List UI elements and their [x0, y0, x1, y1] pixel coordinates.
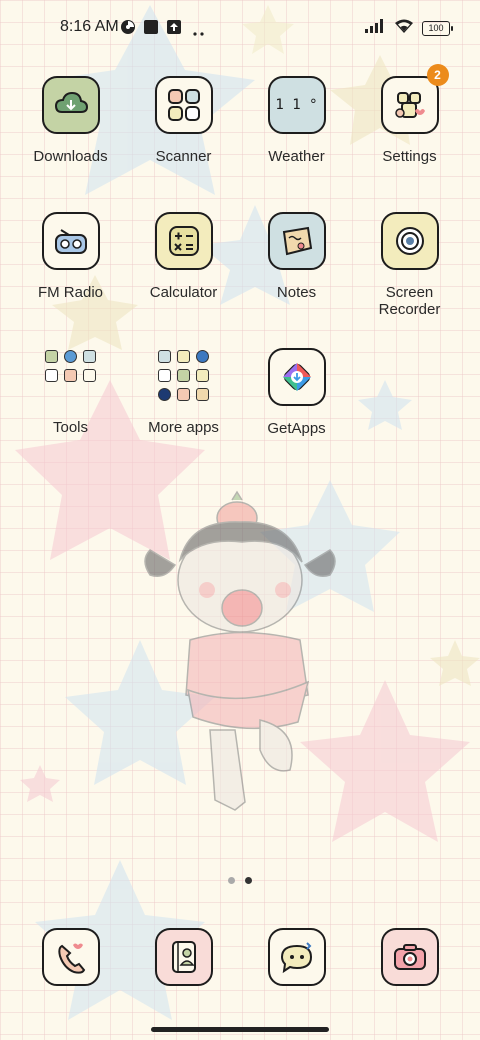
phone-icon — [41, 928, 100, 986]
folder-more-apps[interactable]: More apps — [127, 345, 240, 436]
wallpaper-star-blue-small — [358, 380, 412, 430]
mini-app-icon — [64, 368, 77, 382]
app-label: More apps — [148, 419, 219, 436]
page-dot-1[interactable] — [228, 877, 235, 884]
app-screen-recorder[interactable]: Screen Recorder — [353, 212, 466, 318]
app-label: FM Radio — [37, 284, 104, 301]
notification-badge: 2 — [426, 64, 449, 86]
status-bar: 8:16 AM 100 — [0, 14, 480, 42]
app-label: GetApps — [267, 420, 326, 437]
app-label: Screen Recorder — [353, 284, 466, 318]
notes-icon — [267, 212, 326, 270]
getapps-icon — [267, 348, 326, 406]
wallpaper-star-blue-left — [65, 640, 215, 785]
wallpaper-star-pink-right — [300, 680, 470, 842]
mini-app-icon — [196, 349, 209, 363]
app-notes[interactable]: Notes — [240, 212, 353, 301]
notification-square-icon — [143, 19, 159, 40]
app-label-line: Recorder — [378, 301, 441, 318]
more-dots-icon — [192, 24, 206, 42]
weather-icon: 1 1 ° — [267, 76, 326, 134]
app-calculator[interactable]: Calculator — [127, 212, 240, 301]
mini-app-icon — [158, 349, 171, 363]
mini-app-icon — [177, 387, 190, 401]
contacts-icon — [154, 928, 213, 986]
app-label: Downloads — [33, 148, 108, 165]
mini-app-icon — [196, 387, 209, 401]
mini-app-icon — [45, 349, 58, 363]
status-right-group: 100 — [364, 18, 453, 39]
home-indicator-bar[interactable] — [151, 1027, 329, 1032]
mini-app-icon — [64, 349, 77, 363]
dock-messages[interactable] — [240, 928, 353, 986]
pinwheel-icon — [120, 19, 136, 40]
mini-app-icon — [177, 368, 190, 382]
mini-app-icon — [177, 349, 190, 363]
tools-folder-icon — [41, 345, 101, 405]
wallpaper-star-pink-tiny — [20, 765, 60, 802]
scanner-icon — [154, 76, 213, 134]
app-scanner[interactable]: Scanner — [127, 76, 240, 165]
more-apps-folder-icon — [154, 345, 214, 405]
status-time: 8:16 AM — [60, 18, 119, 35]
mini-app-icon — [83, 349, 96, 363]
signal-icon — [364, 18, 386, 39]
calculator-icon — [154, 212, 213, 270]
mini-app-icon — [158, 387, 171, 401]
folder-tools[interactable]: Tools — [14, 345, 127, 436]
app-getapps[interactable]: GetApps — [240, 348, 353, 437]
app-label: Weather — [268, 148, 325, 165]
app-label: Scanner — [155, 148, 212, 165]
app-fm-radio[interactable]: FM Radio — [14, 212, 127, 301]
app-label: Tools — [52, 419, 89, 436]
download-cloud-icon — [41, 76, 100, 134]
app-label-line: Screen — [385, 284, 434, 301]
gear-icon: 2 — [380, 64, 449, 134]
app-settings[interactable]: 2 Settings — [353, 64, 466, 165]
app-label: Calculator — [149, 284, 218, 301]
mini-app-icon — [196, 368, 209, 382]
dock-camera[interactable] — [353, 928, 466, 986]
page-dot-2[interactable] — [245, 877, 252, 884]
app-label: Settings — [382, 148, 437, 165]
wifi-icon — [394, 18, 414, 39]
mini-app-icon — [45, 368, 58, 382]
page-indicator[interactable] — [0, 877, 480, 884]
camera-icon — [380, 928, 439, 986]
mini-app-icon — [158, 368, 171, 382]
mini-app-icon — [83, 368, 96, 382]
wallpaper-star-blue-right — [260, 480, 400, 612]
weather-temperature: 1 1 ° — [275, 97, 318, 113]
wallpaper-girl-illustration — [144, 490, 336, 811]
dock-phone[interactable] — [14, 928, 127, 986]
radio-icon — [41, 212, 100, 270]
messages-icon — [267, 928, 326, 986]
app-weather[interactable]: 1 1 ° Weather — [240, 76, 353, 165]
app-downloads[interactable]: Downloads — [14, 76, 127, 165]
upload-icon — [166, 19, 182, 40]
app-label: Notes — [276, 284, 317, 301]
wallpaper-star-yellow-small — [430, 640, 480, 686]
screen-recorder-icon — [380, 212, 439, 270]
battery-icon: 100 — [422, 21, 453, 36]
dock-contacts[interactable] — [127, 928, 240, 986]
